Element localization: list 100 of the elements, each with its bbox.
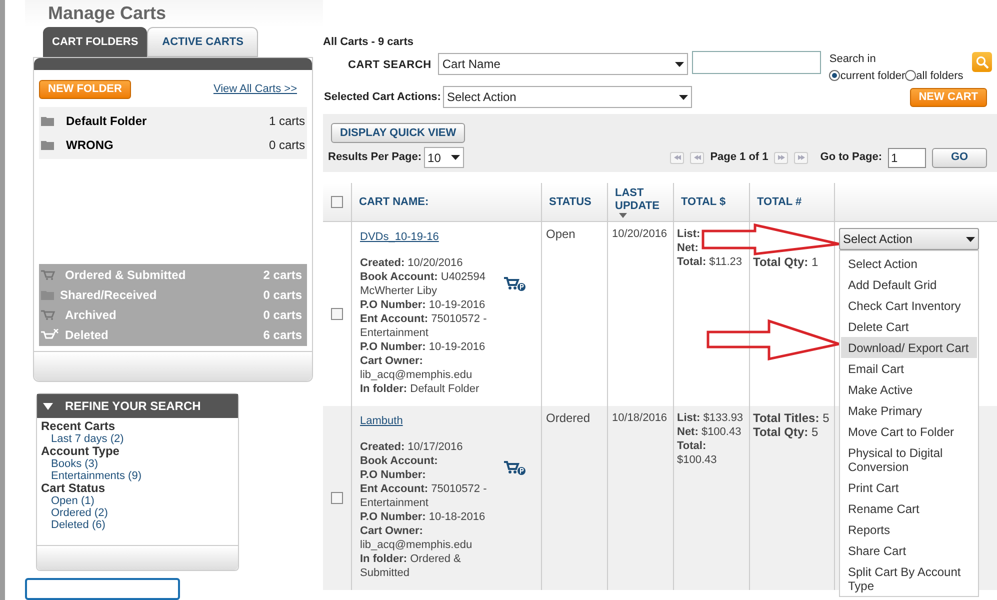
- action-option[interactable]: Check Cart Inventory: [841, 295, 977, 316]
- scope-label[interactable]: current folder: [840, 68, 906, 84]
- total-count: Total Qty: 5: [753, 425, 820, 439]
- cart-detail: P.O Number: 10-19-2016: [360, 340, 486, 354]
- folder-name[interactable]: WRONG: [66, 136, 114, 154]
- row-action-select[interactable]: Select Action: [839, 228, 979, 250]
- action-option[interactable]: Make Active: [841, 379, 977, 400]
- action-option[interactable]: Physical to Digital Conversion: [841, 442, 977, 477]
- cart-detail: Ent Account: 75010572 - Entertainment: [360, 482, 488, 510]
- deleted-cart-icon: [41, 329, 59, 341]
- column-header[interactable]: STATUS: [549, 194, 600, 210]
- page-indicator: Page 1 of 1: [710, 150, 768, 166]
- cart-detail: Cart Owner: lib_acq@memphis.edu: [360, 524, 474, 552]
- quick-view-button[interactable]: DISPLAY QUICK VIEW: [331, 123, 466, 143]
- go-to-page-field[interactable]: 1: [888, 148, 926, 168]
- scope-radio[interactable]: [829, 70, 840, 82]
- cart-detail: In folder: Ordered & Submitted: [360, 552, 462, 580]
- action-option[interactable]: Add Default Grid: [841, 274, 977, 295]
- action-option[interactable]: Make Primary: [841, 400, 977, 421]
- previous-page-icon: [694, 155, 701, 160]
- cart-detail: P.O Number:: [360, 468, 427, 482]
- action-option[interactable]: Print Cart: [841, 477, 977, 498]
- next-page-icon: [778, 155, 785, 160]
- action-option[interactable]: Select Action: [841, 253, 977, 274]
- collapse-triangle-icon[interactable]: [43, 402, 53, 410]
- cart-detail: Created: 10/20/2016: [360, 256, 464, 270]
- caret-icon: [966, 236, 975, 242]
- scope-radio[interactable]: [905, 70, 916, 82]
- refine-link[interactable]: Entertainments (9): [51, 470, 142, 482]
- update-date: 10/20/2016: [612, 228, 668, 240]
- refine-link[interactable]: Ordered (2): [51, 507, 108, 519]
- cart-detail: Book Account: U402594 McWherter Liby: [360, 270, 487, 298]
- status-text: Open: [546, 227, 576, 241]
- folder-count: 1 carts: [268, 113, 305, 130]
- go-to-page-label: Go to Page:: [820, 150, 882, 166]
- cart-detail: In folder: Default Folder: [360, 382, 480, 396]
- action-option[interactable]: Split Cart By Account Type: [841, 561, 977, 596]
- folder-count: 6 carts: [263, 327, 302, 344]
- folder-tab[interactable]: CART FOLDERS: [43, 27, 148, 57]
- row-checkbox[interactable]: [331, 308, 343, 320]
- caret-icon: [678, 94, 688, 100]
- cart-name-link[interactable]: Lambuth: [360, 414, 403, 428]
- refine-heading: Recent Carts: [41, 420, 116, 433]
- cart-detail: P.O Number: 10-18-2016: [360, 510, 486, 524]
- refine-link[interactable]: Books (3): [51, 458, 98, 470]
- first-page-button[interactable]: [670, 152, 684, 164]
- next-page-button[interactable]: [774, 152, 788, 164]
- view-all-carts-link[interactable]: View All Carts >>: [213, 81, 297, 98]
- refine-link[interactable]: Deleted (6): [51, 519, 106, 531]
- cart-detail: Created: 10/17/2016: [360, 440, 464, 454]
- action-option[interactable]: Rename Cart: [841, 498, 977, 519]
- page-title: Manage Carts: [48, 2, 166, 25]
- refine-link[interactable]: Open (1): [51, 495, 94, 507]
- update-date: 10/18/2016: [612, 412, 668, 424]
- folder-tab[interactable]: ACTIVE CARTS: [147, 27, 258, 57]
- per-page-select[interactable]: 10: [424, 147, 464, 168]
- scope-label[interactable]: all folders: [916, 68, 964, 84]
- total-amount: Net:: [677, 241, 700, 255]
- total-count: Total Titles: 5: [753, 411, 830, 425]
- caret-icon: [675, 62, 684, 66]
- action-option[interactable]: Share Cart: [841, 540, 977, 561]
- sort-arrow-icon[interactable]: [619, 212, 627, 218]
- column-header[interactable]: LAST UPDATE: [615, 186, 660, 212]
- last-page-button[interactable]: [794, 152, 808, 164]
- action-option[interactable]: Download/ Export Cart: [841, 337, 977, 358]
- column-header[interactable]: TOTAL #: [757, 194, 827, 210]
- folder-icon: [41, 140, 54, 150]
- search-by-select[interactable]: Cart Name: [438, 53, 688, 75]
- search-field[interactable]: [692, 51, 822, 74]
- action-option[interactable]: Delete Cart: [841, 316, 977, 337]
- row-checkbox[interactable]: [331, 492, 343, 504]
- total-amount: Total: $11.23: [677, 255, 744, 269]
- action-option[interactable]: Move Cart to Folder: [841, 421, 977, 442]
- cart-detail: Ent Account: 75010572 - Entertainment: [360, 312, 488, 340]
- cart-icon[interactable]: [504, 460, 526, 476]
- column-header[interactable]: CART NAME:: [359, 194, 534, 210]
- previous-page-button[interactable]: [690, 152, 704, 164]
- search-icon: [976, 56, 989, 68]
- cart-actions-select[interactable]: Select Action: [442, 86, 692, 108]
- column-header[interactable]: TOTAL $: [681, 194, 742, 210]
- select-all-checkbox[interactable]: [331, 196, 343, 208]
- action-option[interactable]: Reports: [841, 519, 977, 540]
- folder-count: 0 carts: [263, 307, 302, 324]
- cart-icon[interactable]: [504, 276, 526, 292]
- folder-name[interactable]: Default Folder: [66, 112, 147, 130]
- actions-label: Selected Cart Actions:: [324, 90, 441, 105]
- folder-count: 0 carts: [268, 137, 305, 154]
- action-option[interactable]: Email Cart: [841, 358, 977, 379]
- first-page-icon: [674, 155, 681, 160]
- cart-summary: All Carts - 9 carts: [323, 35, 414, 49]
- total-count: Total Qty: 1: [753, 255, 820, 269]
- cart-detail: Cart Owner: lib_acq@memphis.edu: [360, 354, 474, 382]
- go-button[interactable]: GO: [932, 148, 987, 168]
- per-page-label: Results Per Page:: [328, 150, 422, 166]
- search-in-label: Search in: [829, 52, 877, 67]
- cart-name-link[interactable]: DVDs_10-19-16: [360, 230, 439, 244]
- cart-detail: P.O Number: 10-19-2016: [360, 298, 486, 312]
- search-button[interactable]: [972, 52, 992, 72]
- refine-link[interactable]: Last 7 days (2): [51, 433, 124, 445]
- caret-icon: [450, 155, 460, 160]
